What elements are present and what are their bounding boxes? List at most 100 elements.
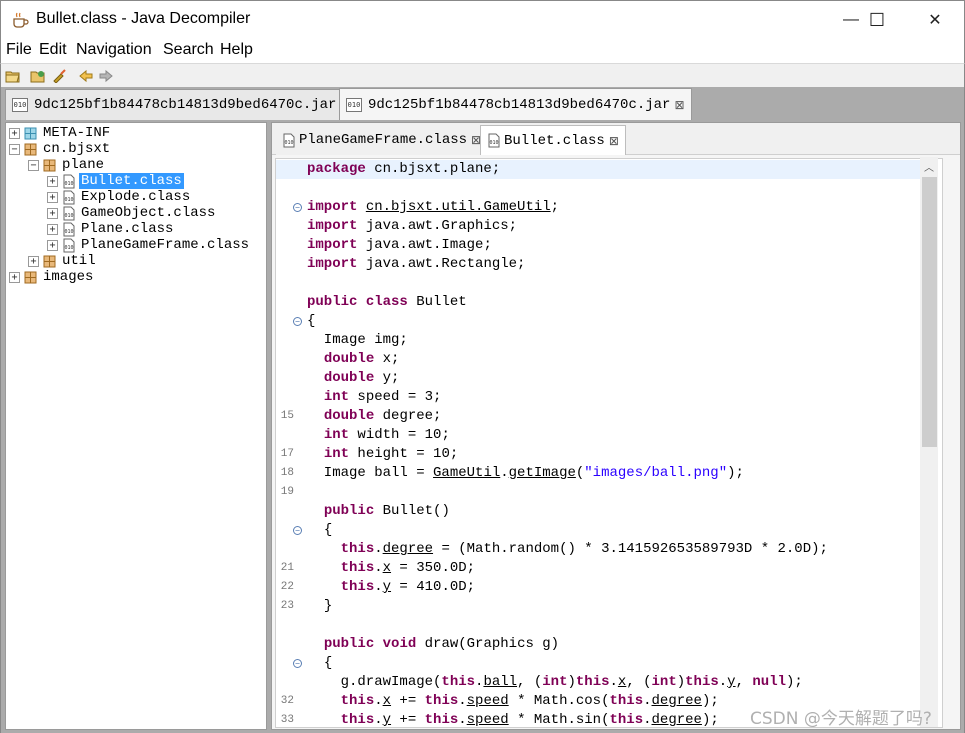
expand-icon[interactable]: + [47,239,58,251]
file-tab-jar-2[interactable]: 010 9dc125bf1b84478cb14813d9bed6470c.jar… [339,88,692,120]
file-tab-jar-1[interactable]: 010 9dc125bf1b84478cb14813d9bed6470c.jar [5,89,344,120]
tree-item-bullet-class[interactable]: + 010 Bullet.class [47,173,184,189]
tree-item-util[interactable]: + util [28,253,98,269]
fold-toggle-icon[interactable]: − [293,203,302,212]
expand-icon[interactable]: + [28,255,39,267]
tree-item-gameobject-class[interactable]: + 010 GameObject.class [47,205,217,221]
toolbar [0,63,965,87]
tree-item-meta-inf[interactable]: + META-INF [9,125,112,141]
menu-navigation[interactable]: Navigation [76,41,152,59]
code-line: 32 g.drawImage(this.ball, (int)this.x, (… [276,673,926,707]
code-line: double x; [323,351,400,367]
expand-icon[interactable]: + [47,223,58,235]
class-file-icon: 010 [283,133,295,147]
class-file-icon: 010 [63,174,75,188]
code-line: } [323,598,333,614]
code-line: 19 Image ball = GameUtil.getImage("image… [276,464,926,498]
tree-item-label: META-INF [43,125,111,141]
maximize-button[interactable]: ☐ [854,1,900,39]
window-title: Bullet.class - Java Decompiler [36,10,251,27]
tree-item-label: PlaneGameFrame.class [81,237,250,253]
svg-text:010: 010 [65,229,74,235]
svg-text:010: 010 [490,140,499,146]
fold-toggle-icon[interactable]: − [293,526,302,535]
code-line: − { [276,521,926,540]
main-area: + META-INF − cn.bjsxt − plane + 010 Bull… [0,120,965,733]
forward-arrow-icon[interactable] [97,67,115,85]
collapse-icon[interactable]: − [28,159,39,171]
code-line: import java.awt.Graphics; [307,218,518,234]
line-number: 19 [280,486,294,498]
menu-file[interactable]: File [6,41,32,59]
class-file-icon: 010 [488,133,500,148]
tree-item-plane-class[interactable]: + 010 Plane.class [47,221,175,237]
expand-icon[interactable]: + [9,127,20,139]
code-line: 17 int width = 10; [276,426,926,460]
code-line: double y; [323,370,400,386]
open-file-icon[interactable] [4,67,22,85]
open-type-icon[interactable] [29,67,47,85]
class-file-icon: 010 [63,190,75,204]
package-icon [43,255,56,267]
jar-file-icon: 010 [346,97,362,112]
code-line: public Bullet() [323,503,450,519]
code-line: double degree; [323,408,442,424]
file-tab-label: 9dc125bf1b84478cb14813d9bed6470c.jar [34,97,337,113]
vertical-scrollbar[interactable]: ︿ [920,157,938,727]
svg-text:010: 010 [285,140,294,146]
svg-text:010: 010 [65,197,74,203]
editor-tab-planegameframe[interactable]: 010 PlaneGameFrame.class ⊠ [276,125,488,155]
file-tab-label: 9dc125bf1b84478cb14813d9bed6470c.jar [368,96,671,113]
svg-text:010: 010 [65,181,74,187]
tree-item-label: GameObject.class [81,205,216,221]
collapse-icon[interactable]: − [9,143,20,155]
menu-edit[interactable]: Edit [39,41,67,59]
back-arrow-icon[interactable] [77,67,95,85]
tree-item-cn-bjsxt[interactable]: − cn.bjsxt [9,141,112,157]
editor-tab-label: PlaneGameFrame.class [299,132,468,148]
code-line: 22 this.x = 350.0D; [276,559,926,593]
code-line: import java.awt.Rectangle; [307,256,526,272]
close-tab-icon[interactable]: ⊠ [609,134,619,148]
tree-item-images[interactable]: + images [9,269,95,285]
expand-icon[interactable]: + [47,207,58,219]
code-line: 21 this.degree = (Math.random() * 3.1415… [276,540,926,574]
package-icon [43,159,56,171]
expand-icon[interactable]: + [47,175,58,187]
tree-item-plane[interactable]: − plane [28,157,106,173]
code-line: import java.awt.Image; [307,237,492,253]
svg-text:010: 010 [65,213,74,219]
tree-item-label: cn.bjsxt [43,141,111,157]
code-line: 23 this.y = 410.0D; [276,578,926,612]
coffee-cup-icon [13,12,29,28]
code-line: Image img; [307,332,408,348]
code-line: 18 int height = 10; [276,445,926,479]
editor-tab-label: Bullet.class [504,132,605,149]
close-window-button[interactable]: ✕ [912,1,958,39]
tree-item-label: Explode.class [81,189,191,205]
menu-bar: File Edit Navigation Search Help [0,38,965,63]
expand-icon[interactable]: + [47,191,58,203]
scroll-up-icon[interactable]: ︿ [920,157,938,175]
search-flashlight-icon[interactable] [51,67,69,85]
close-tab-icon[interactable]: ⊠ [674,98,684,112]
package-tree: + META-INF − cn.bjsxt − plane + 010 Bull… [5,122,267,730]
fold-toggle-icon[interactable]: − [293,659,302,668]
code-line: − import cn.bjsxt.util.GameUtil; [276,198,926,217]
code-editor[interactable]: package cn.bjsxt.plane; − import cn.bjsx… [275,158,943,728]
jar-file-icon: 010 [12,98,28,112]
menu-search[interactable]: Search [163,41,214,59]
tree-item-label: Plane.class [81,221,174,237]
tree-item-explode-class[interactable]: + 010 Explode.class [47,189,192,205]
expand-icon[interactable]: + [9,271,20,283]
scrollbar-thumb[interactable] [922,177,937,447]
code-line: public void draw(Graphics g) [323,636,560,652]
tree-item-label: Bullet.class [79,173,184,189]
svg-text:010: 010 [65,245,74,251]
fold-toggle-icon[interactable]: − [293,317,302,326]
editor-tab-bullet[interactable]: 010 Bullet.class ⊠ [480,125,626,155]
folder-grid-icon [24,127,37,139]
title-bar: Bullet.class - Java Decompiler — ☐ ✕ [0,0,965,38]
tree-item-planegameframe-class[interactable]: + 010 PlaneGameFrame.class [47,237,251,253]
menu-help[interactable]: Help [220,41,253,59]
